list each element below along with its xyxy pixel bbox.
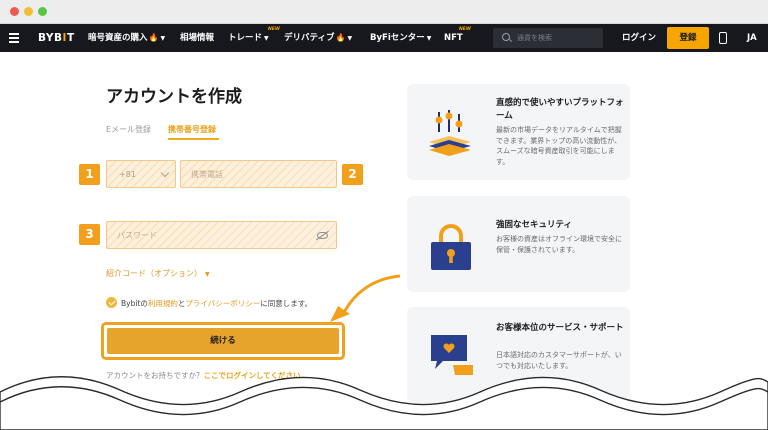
browser-window: BYBIT 暗号資産の購入🔥 ▼ 相場情報 トレード ▼ NEW デリバティブ🔥 ▼ …: [0, 0, 768, 430]
mobile-app-icon[interactable]: [719, 32, 727, 44]
page-title: アカウントを作成: [106, 87, 242, 107]
top-navbar: BYBIT 暗号資産の購入🔥 ▼ 相場情報 トレード ▼ NEW デリバティブ🔥 ▼ …: [0, 24, 768, 52]
step-2-badge: 2: [342, 164, 363, 185]
card-title: 強固なセキュリティ: [496, 220, 572, 230]
country-code-select[interactable]: +81: [106, 160, 176, 188]
torn-edge-decoration: [0, 376, 768, 430]
tab-phone-signup[interactable]: 携帯番号登録: [168, 124, 216, 135]
fire-icon: 🔥: [148, 33, 159, 42]
maximize-window-dot[interactable]: [38, 7, 47, 16]
pointer-arrow: [330, 274, 401, 322]
bybit-logo[interactable]: BYBIT: [38, 24, 75, 52]
hide-password-icon[interactable]: [317, 232, 328, 239]
referral-code-toggle[interactable]: 紹介コード（オプション） ▼: [106, 268, 210, 279]
search-input[interactable]: 通貨を検索: [493, 28, 603, 48]
new-badge: NEW: [459, 27, 471, 32]
password-input[interactable]: パスワード: [106, 221, 337, 249]
terms-link[interactable]: 利用規約: [148, 299, 178, 308]
window-titlebar: [0, 0, 768, 24]
new-badge: NEW: [268, 27, 280, 32]
step-1-badge: 1: [79, 164, 100, 185]
close-window-dot[interactable]: [10, 7, 19, 16]
language-selector[interactable]: JA: [747, 24, 757, 52]
nav-byfi-center[interactable]: ByFiセンター ▼: [370, 24, 431, 52]
agree-checkbox[interactable]: [106, 297, 117, 308]
nav-buy-crypto[interactable]: 暗号資産の購入🔥 ▼: [88, 24, 165, 52]
card-title: お客様本位のサービス・サポート: [496, 323, 624, 333]
chevron-down-icon: [160, 168, 170, 178]
active-tab-underline: [168, 138, 219, 140]
card-title: 直感的で使いやすいプラットフォーム: [496, 98, 624, 121]
continue-button[interactable]: 続ける: [107, 328, 339, 354]
trading-platform-icon: [429, 110, 471, 156]
padlock-icon: [431, 224, 471, 270]
feature-card-security: 強固なセキュリティ お客様の資産はオフライン環境で安全に保管・保護されています。: [407, 196, 630, 292]
nav-derivatives[interactable]: デリバティブ🔥 ▼: [284, 24, 352, 52]
register-button[interactable]: 登録: [667, 27, 709, 49]
minimize-window-dot[interactable]: [24, 7, 33, 16]
nav-market[interactable]: 相場情報: [180, 24, 214, 52]
login-link[interactable]: ログイン: [622, 24, 656, 52]
step-3-badge: 3: [79, 224, 100, 245]
fire-icon: 🔥: [335, 33, 346, 42]
privacy-policy-link[interactable]: プライバシーポリシー: [185, 299, 260, 308]
terms-agreement-text: Bybitの利用規約とプライバシーポリシーに同意します。: [121, 299, 312, 308]
phone-number-input[interactable]: 携帯電話: [180, 160, 337, 188]
menu-icon[interactable]: [9, 33, 19, 43]
nav-trade[interactable]: トレード ▼: [228, 24, 269, 52]
card-description: お客様の資産はオフライン環境で安全に保管・保護されています。: [496, 235, 622, 254]
search-icon: [502, 33, 510, 41]
continue-button-highlight: 続ける: [101, 322, 345, 360]
tab-email-signup[interactable]: Eメール登録: [106, 124, 151, 135]
feature-card-platform: 直感的で使いやすいプラットフォーム 最新の市場データをリアルタイムで把握できます…: [407, 84, 630, 180]
card-description: 最新の市場データをリアルタイムで把握できます。業界トップの高い流動性が、スムーズ…: [496, 126, 622, 166]
